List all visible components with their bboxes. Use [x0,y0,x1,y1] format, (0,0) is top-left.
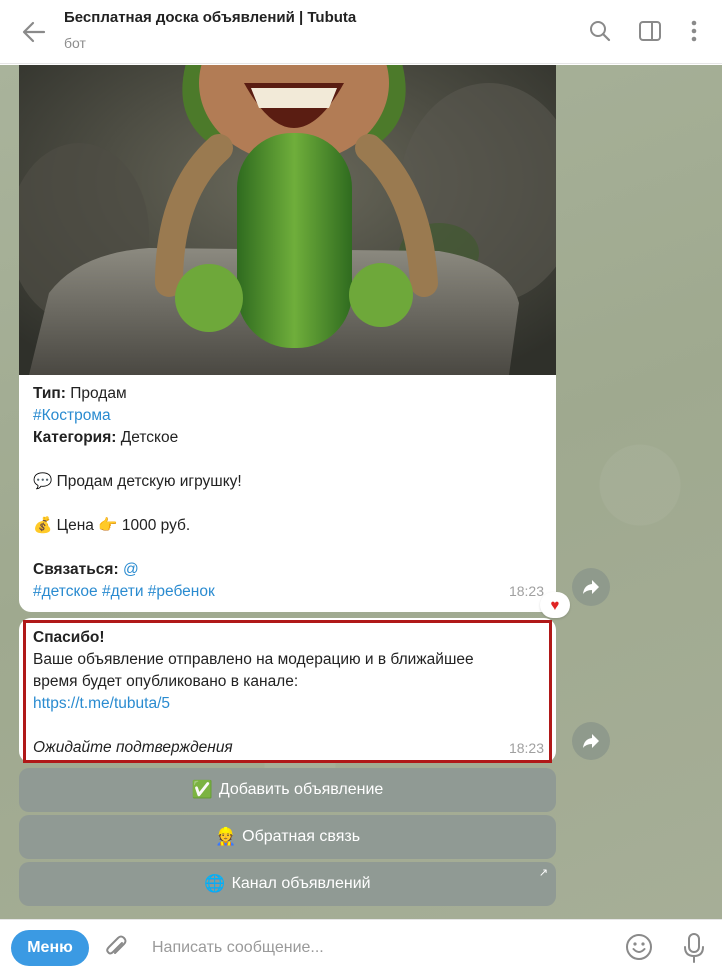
ad-hashtags[interactable]: #детское #дети #ребенок [33,583,215,600]
chat-area: Тип: Продам #Кострома Категория: Детское… [0,65,722,919]
smiley-icon[interactable] [624,932,654,962]
globe-icon: 🌐 [204,874,226,893]
category-value: Детское [116,429,179,446]
speech-bubble-emoji-icon: 💬 [33,473,53,490]
worker-icon: 👷 [214,827,237,846]
add-ad-label: Добавить объявление [218,781,384,798]
confirmation-line-2: время будет опубликовано в канале: [33,673,299,690]
message-input[interactable] [152,934,592,962]
confirmation-footer: Ожидайте подтверждения [33,739,233,756]
forward-arrow-icon [583,734,599,748]
ad-photo[interactable] [19,65,556,375]
ad-message-bubble: Тип: Продам #Кострома Категория: Детское… [19,65,556,612]
category-label: Категория: [33,429,117,446]
contact-link[interactable]: @ [123,561,139,578]
forward-button[interactable] [572,568,610,606]
pointing-hand-emoji-icon: 👉 [98,517,118,534]
microphone-icon[interactable] [680,932,708,964]
type-value: Продам [65,385,127,402]
paperclip-icon[interactable] [102,934,130,962]
confirmation-message-bubble: Спасибо! Ваше объявление отправлено на м… [19,618,556,763]
sidebar-toggle-icon[interactable] [637,18,663,44]
money-bag-emoji-icon: 💰 [33,517,53,534]
feedback-button[interactable]: 👷 Обратная связь [19,815,556,859]
ads-channel-button[interactable]: 🌐 Канал объявлений ↗ [19,862,556,906]
confirmation-title: Спасибо! [33,629,105,646]
more-options-icon[interactable] [681,18,707,44]
chat-title-block[interactable]: Бесплатная доска объявлений | Tubuta бот [64,8,356,53]
check-mark-icon: ✅ [191,780,213,799]
ad-message-text: Тип: Продам #Кострома Категория: Детское… [19,375,556,603]
confirmation-line-1: Ваше объявление отправлено на модерацию … [33,651,474,668]
message-input-bar: Меню [0,919,722,974]
chat-subtitle: бот [64,35,86,51]
cucumber-toy-image [19,65,556,375]
city-hashtag[interactable]: #Кострома [33,407,111,424]
price-prefix: Цена [56,517,94,534]
menu-button[interactable]: Меню [11,930,89,966]
contact-label: Связаться: [33,561,119,578]
forward-arrow-icon [583,580,599,594]
ad-description: Продам детскую игрушку! [56,473,242,490]
type-label: Тип: [33,385,66,402]
ads-channel-label: Канал объявлений [231,875,371,892]
external-link-icon: ↗ [538,867,548,879]
channel-link[interactable]: https://t.me/tubuta/5 [33,695,170,712]
add-ad-button[interactable]: ✅ Добавить объявление [19,768,556,812]
price-value: 1000 руб. [121,517,191,534]
search-icon[interactable] [587,18,613,44]
confirmation-text: Спасибо! Ваше объявление отправлено на м… [19,618,556,759]
back-arrow-icon[interactable] [20,18,48,46]
message-time: 18:23 [508,740,544,756]
forward-button[interactable] [572,722,610,760]
message-time: 18:23 [508,583,544,599]
feedback-label: Обратная связь [242,828,361,845]
chat-header: Бесплатная доска объявлений | Tubuta бот [0,0,722,64]
heart-reaction-icon[interactable]: ♥ [540,592,570,618]
chat-title: Бесплатная доска объявлений | Tubuta [64,9,357,26]
